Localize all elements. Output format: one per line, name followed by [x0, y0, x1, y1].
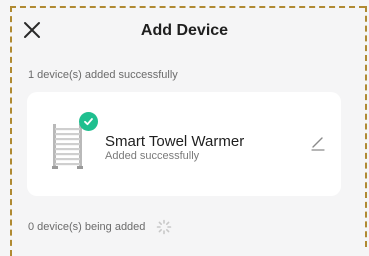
- added-count-label: 1 device(s) added successfully: [28, 69, 178, 81]
- pencil-icon[interactable]: [309, 134, 327, 152]
- check-icon: [79, 112, 98, 131]
- pending-count-label: 0 device(s) being added: [28, 221, 146, 233]
- device-card[interactable]: Smart Towel Warmer Added successfully: [27, 92, 341, 196]
- loading-spinner-icon: [156, 219, 172, 235]
- page-title: Add Device: [140, 22, 229, 39]
- device-status: Added successfully: [105, 150, 200, 162]
- device-name: Smart Towel Warmer: [105, 133, 245, 150]
- towel-warmer-icon: [49, 122, 87, 170]
- dashed-frame-right: [365, 6, 369, 247]
